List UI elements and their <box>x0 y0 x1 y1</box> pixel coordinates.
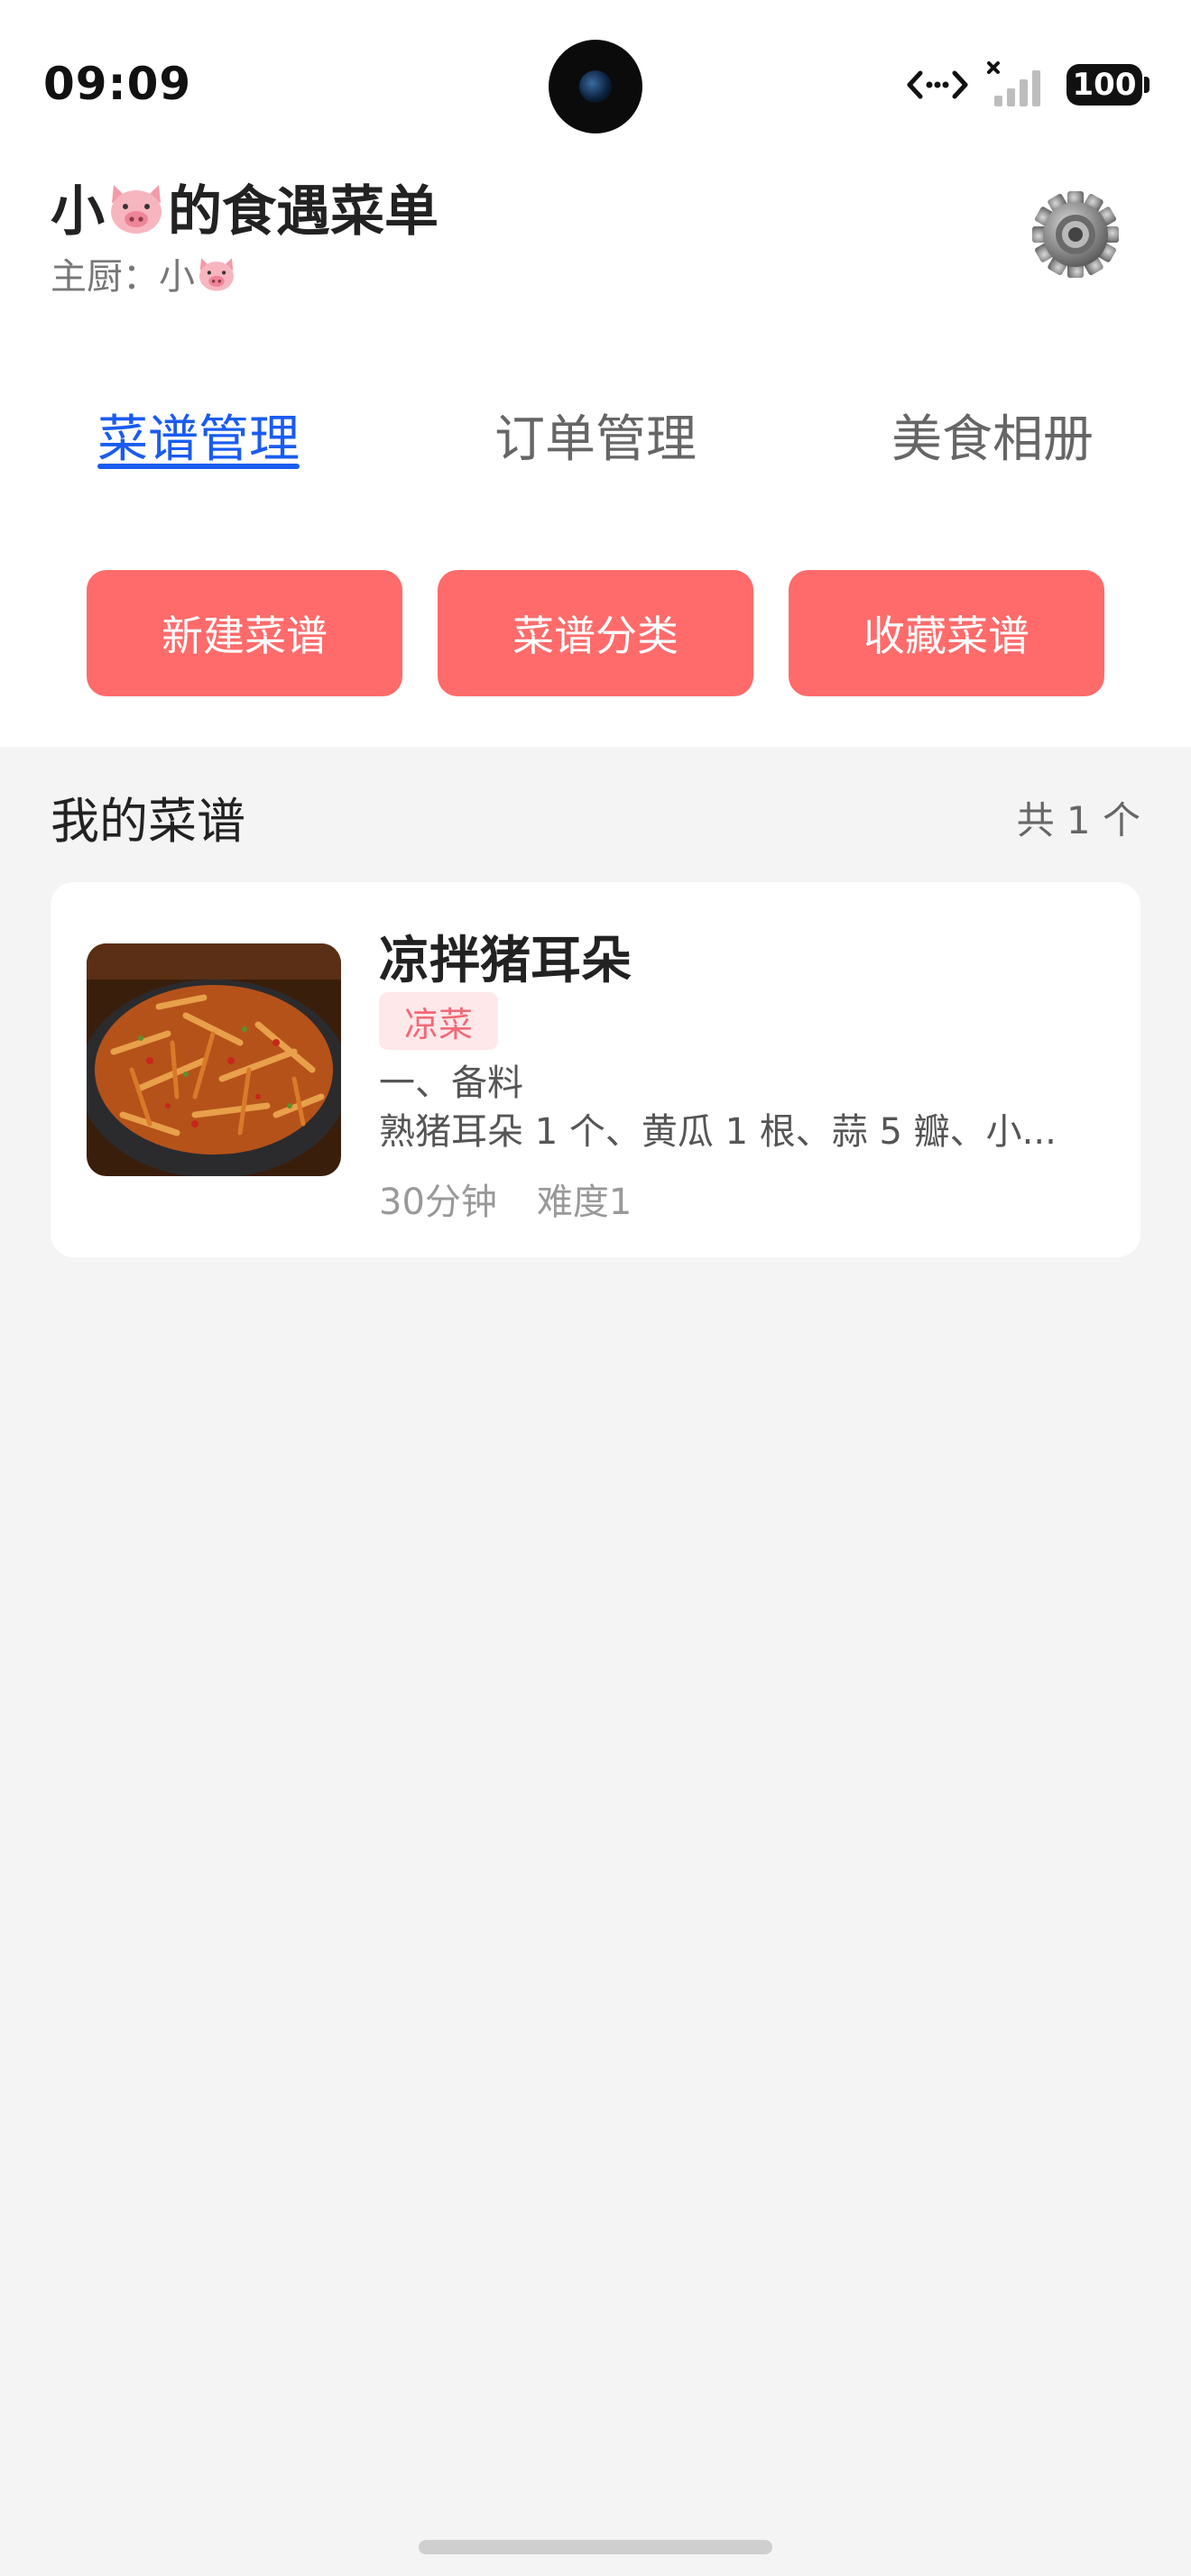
recipe-thumbnail <box>87 943 341 1176</box>
recipe-description: 一、备料 熟猪耳朵 1 个、黄瓜 1 根、蒜 5 瓣、小... <box>379 1059 1119 1156</box>
recipe-name: 凉拌猪耳朵 <box>379 932 632 990</box>
chef-text: 主厨：小 <box>51 256 195 298</box>
front-camera <box>549 40 642 133</box>
pig-face-icon <box>199 258 234 291</box>
signal-icon <box>987 61 1040 106</box>
home-indicator[interactable] <box>419 2540 772 2554</box>
new-recipe-button[interactable]: 新建菜谱 <box>87 570 402 696</box>
recipe-time: 30分钟 <box>379 1182 497 1223</box>
app-screen: 09:09 100 小 的食遇菜单 主厨：小 菜谱管理 订单管理 美食相册 新建… <box>0 0 1191 2576</box>
pig-face-icon <box>111 184 162 234</box>
recipe-count: 共 1 个 <box>1016 798 1140 842</box>
status-time: 09:09 <box>43 58 192 110</box>
recipe-difficulty: 难度1 <box>536 1182 632 1223</box>
title-suffix: 的食遇菜单 <box>168 180 439 244</box>
recipe-category-button[interactable]: 菜谱分类 <box>438 570 753 696</box>
recipe-card[interactable]: 凉拌猪耳朵 凉菜 一、备料 熟猪耳朵 1 个、黄瓜 1 根、蒜 5 瓣、小...… <box>51 882 1140 1257</box>
app-title: 小 的食遇菜单 <box>51 168 439 246</box>
favorite-recipes-button[interactable]: 收藏菜谱 <box>789 570 1104 696</box>
title-prefix: 小 <box>51 180 105 244</box>
recipe-tag: 凉菜 <box>379 992 499 1050</box>
status-icons: 100 <box>906 58 1149 112</box>
battery-icon: 100 <box>1066 64 1149 106</box>
tab-food-album[interactable]: 美食相册 <box>891 399 1094 472</box>
section-title: 我的菜谱 <box>51 793 245 850</box>
gear-icon[interactable] <box>1029 188 1122 281</box>
active-tab-indicator <box>97 464 300 469</box>
recipe-meta: 30分钟 难度1 <box>379 1173 632 1225</box>
tab-recipe-management[interactable]: 菜谱管理 <box>97 399 300 472</box>
tab-order-management[interactable]: 订单管理 <box>494 399 697 472</box>
network-icon <box>907 70 968 99</box>
chef-label: 主厨：小 <box>51 247 238 299</box>
recipe-desc-line: 熟猪耳朵 1 个、黄瓜 1 根、蒜 5 瓣、小... <box>379 1111 1057 1153</box>
recipe-desc-line: 一、备料 <box>379 1063 523 1104</box>
